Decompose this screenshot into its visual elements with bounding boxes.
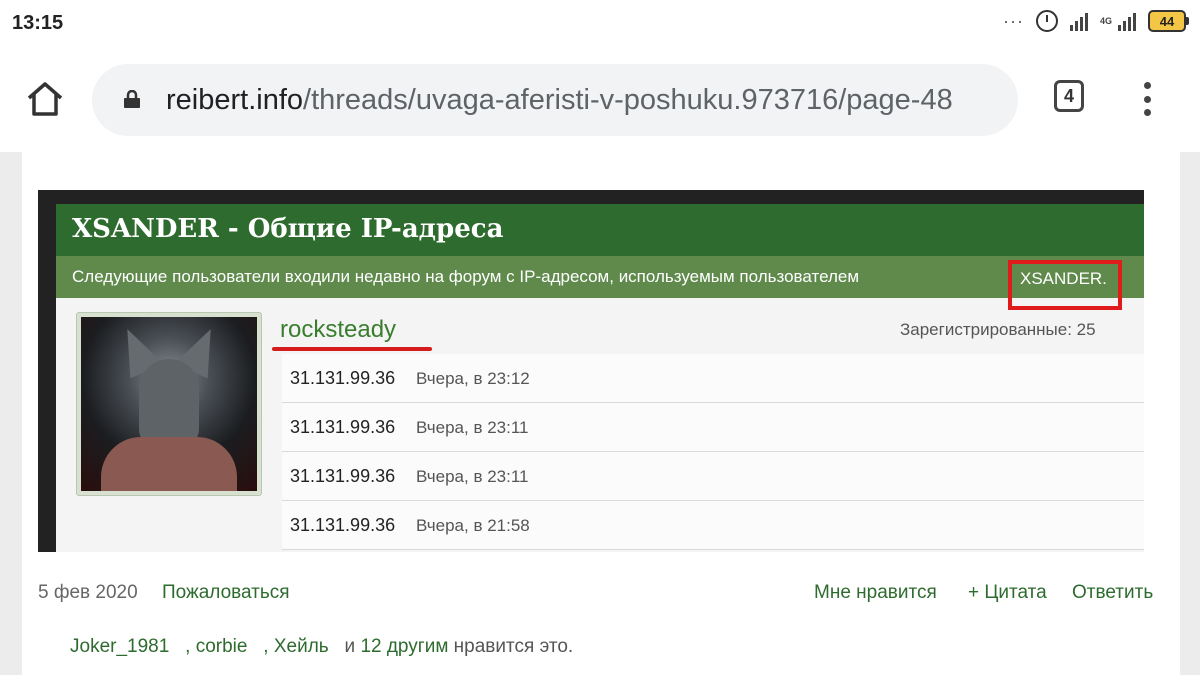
list-item: 31.131.99.36 Вчера, в 23:11	[282, 403, 1144, 452]
red-underline	[272, 347, 432, 351]
overflow-menu-icon[interactable]	[1140, 82, 1154, 116]
lock-icon	[124, 90, 140, 108]
list-item: 31.131.99.36 Вчера, в 23:12	[282, 354, 1144, 403]
quote-button[interactable]: + Цитата	[968, 582, 1047, 604]
post-date: 5 фев 2020	[38, 582, 138, 603]
ip-timestamp: Вчера, в 23:11	[416, 418, 529, 437]
status-time: 13:15	[12, 12, 64, 34]
ip-timestamp: Вчера, в 23:11	[416, 467, 529, 486]
likes-summary: Joker_1981 , corbie , Хейль и 12 другим …	[70, 636, 573, 658]
url-path: /threads/uvaga-aferisti-v-poshuku.973716…	[303, 84, 953, 116]
browser-toolbar: reibert.info/threads/uvaga-aferisti-v-po…	[0, 48, 1200, 152]
signal-icon-2	[1118, 11, 1136, 31]
alarm-icon	[1035, 10, 1058, 32]
url-text[interactable]: reibert.info/threads/uvaga-aferisti-v-po…	[166, 84, 953, 117]
ip-address: 31.131.99.36	[290, 417, 396, 437]
liker-link[interactable]: , Хейль	[263, 636, 328, 657]
status-icons: ··· 4G 44	[1003, 10, 1189, 32]
red-highlight-box	[1008, 260, 1122, 310]
avatar	[76, 312, 262, 496]
network-type-label: 4G	[1099, 15, 1112, 26]
ip-timestamp: Вчера, в 21:58	[416, 516, 530, 535]
likes-and-text: и	[339, 636, 361, 657]
battery-icon: 44	[1148, 10, 1189, 32]
list-item: 31.131.99.36 Вчера, в 21:58	[282, 501, 1144, 550]
registered-count: Зарегистрированные: 25	[900, 320, 1096, 339]
ip-address: 31.131.99.36	[290, 466, 396, 486]
screenshot-title-bar: XSANDER - Общие IP-адреса	[56, 204, 1144, 256]
avatar-image	[81, 317, 257, 491]
reply-button[interactable]: Ответить	[1072, 582, 1153, 604]
screenshot-subtitle: Следующие пользователи входили недавно н…	[72, 267, 860, 286]
username-link: rocksteady	[280, 316, 397, 343]
ip-timestamp: Вчера, в 23:12	[416, 369, 530, 388]
url-host: reibert.info	[166, 84, 304, 116]
ip-address: 31.131.99.36	[290, 368, 396, 388]
ip-address: 31.131.99.36	[290, 515, 396, 535]
screenshot-content: XSANDER - Общие IP-адреса Следующие поль…	[56, 204, 1144, 552]
address-bar[interactable]: reibert.info/threads/uvaga-aferisti-v-po…	[92, 64, 1018, 136]
tab-switcher-button[interactable]: 4	[1054, 80, 1084, 112]
signal-icon	[1069, 11, 1088, 31]
liker-link[interactable]: , corbie	[185, 636, 247, 657]
screenshot-title: XSANDER - Общие IP-адреса	[72, 214, 504, 244]
embedded-screenshot[interactable]: XSANDER - Общие IP-адреса Следующие поль…	[38, 190, 1144, 552]
likes-others-link[interactable]: 12 другим	[360, 636, 448, 657]
battery-level: 44	[1159, 13, 1175, 29]
list-item: 31.131.99.36 Вчера, в 23:11	[282, 452, 1144, 501]
status-bar: 13:15 ··· 4G 44	[0, 0, 1200, 48]
ip-list: 31.131.99.36 Вчера, в 23:12 31.131.99.36…	[282, 354, 1144, 550]
liker-link[interactable]: Joker_1981	[70, 636, 169, 657]
tab-count: 4	[1063, 85, 1074, 106]
like-button[interactable]: Мне нравится	[814, 582, 937, 604]
screenshot-subtitle-bar: Следующие пользователи входили недавно н…	[56, 256, 1144, 298]
notification-dots-icon: ···	[1003, 10, 1024, 31]
report-link[interactable]: Пожаловаться	[162, 582, 290, 604]
likes-suffix-text: нравится это.	[448, 636, 574, 657]
home-icon[interactable]	[24, 78, 66, 120]
